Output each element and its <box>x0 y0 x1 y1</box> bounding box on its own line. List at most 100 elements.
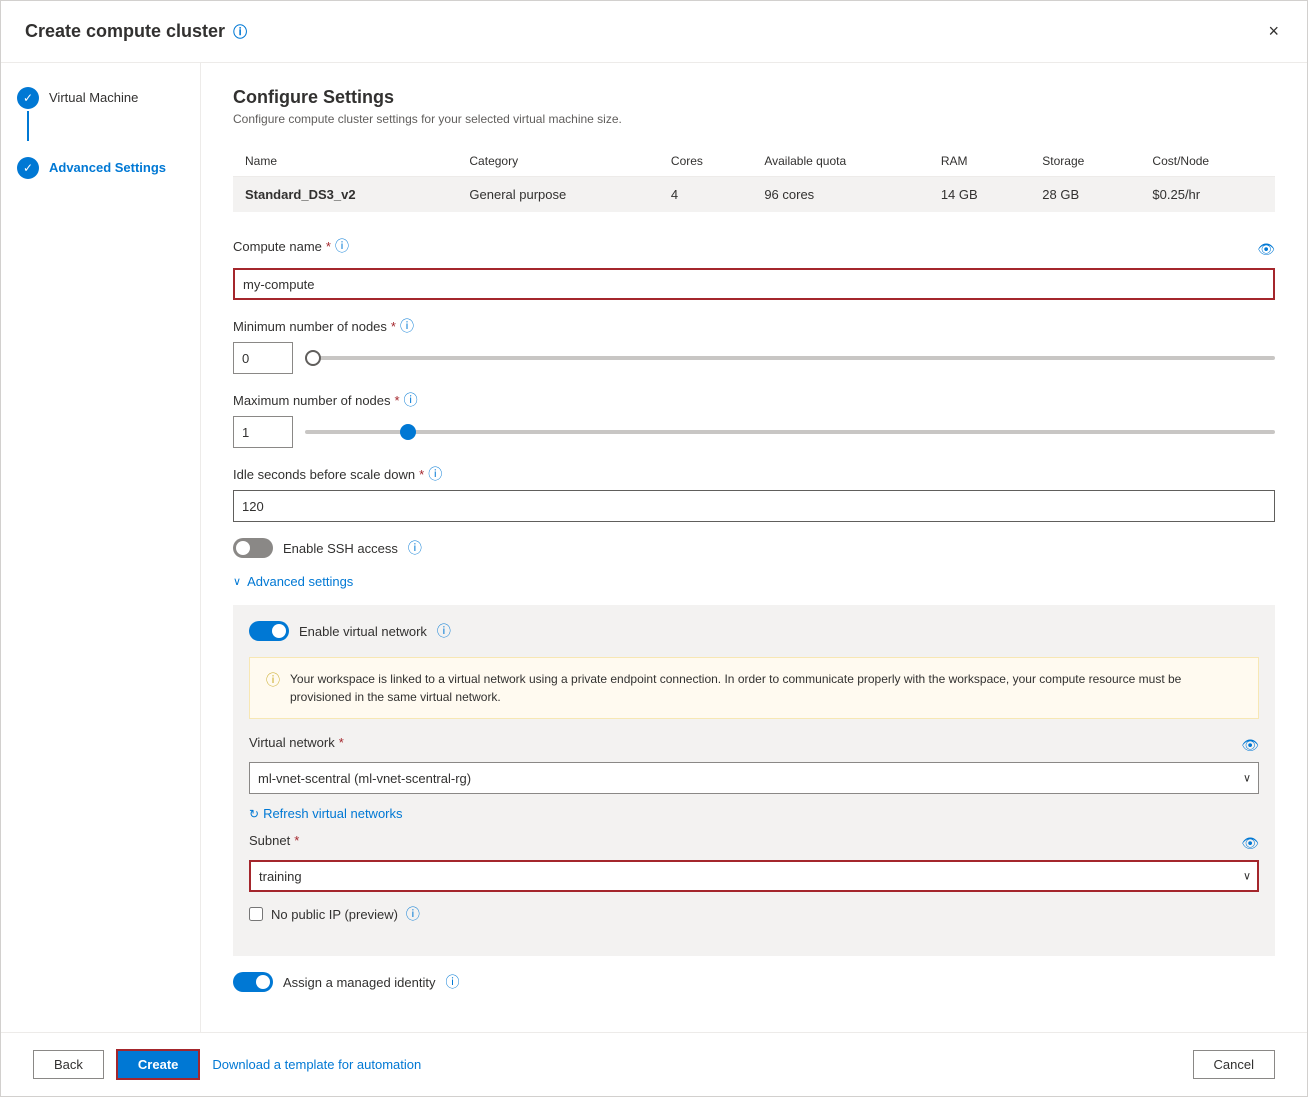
vnet-toggle-row: Enable virtual network ⓘ <box>249 621 1259 641</box>
advanced-settings-label: Advanced settings <box>247 574 353 589</box>
col-name: Name <box>233 146 457 177</box>
ssh-label: Enable SSH access <box>283 541 398 556</box>
max-nodes-field-group: Maximum number of nodes * ⓘ <box>233 390 1275 448</box>
ssh-info-icon[interactable]: ⓘ <box>408 538 422 558</box>
compute-name-eye-icon[interactable]: 👁 <box>1257 241 1275 258</box>
dialog-body: ✓ Virtual Machine ✓ Advanced Settings Co… <box>1 63 1307 1032</box>
cell-cores: 4 <box>659 177 752 213</box>
col-cores: Cores <box>659 146 752 177</box>
cell-storage: 28 GB <box>1030 177 1140 213</box>
sidebar-step-virtual-machine[interactable]: ✓ Virtual Machine <box>17 87 184 141</box>
max-nodes-info-icon[interactable]: ⓘ <box>404 390 418 410</box>
min-nodes-label: Minimum number of nodes * ⓘ <box>233 316 1275 336</box>
step2-label: Advanced Settings <box>49 157 166 175</box>
managed-identity-label: Assign a managed identity <box>283 975 435 990</box>
no-public-ip-row: No public IP (preview) ⓘ <box>249 904 1259 924</box>
min-nodes-slider-row <box>233 342 1275 374</box>
compute-name-required: * <box>326 239 331 254</box>
vnet-eye-icon[interactable]: 👁 <box>1241 737 1259 754</box>
dialog-title-text: Create compute cluster <box>25 21 225 42</box>
dialog-title: Create compute cluster ⓘ <box>25 21 247 42</box>
vnet-select-field: ml-vnet-scentral (ml-vnet-scentral-rg) ∨ <box>249 762 1259 794</box>
col-ram: RAM <box>929 146 1030 177</box>
table-row[interactable]: Standard_DS3_v2 General purpose 4 96 cor… <box>233 177 1275 213</box>
cell-ram: 14 GB <box>929 177 1030 213</box>
warning-icon: ⓘ <box>266 670 280 706</box>
warning-box: ⓘ Your workspace is linked to a virtual … <box>249 657 1259 719</box>
subnet-field-label: Subnet * <box>249 833 299 848</box>
automation-link[interactable]: Download a template for automation <box>212 1057 421 1072</box>
vnet-label: Enable virtual network <box>299 624 427 639</box>
step2-indicator: ✓ <box>17 157 39 179</box>
vm-table-header: Name Category Cores Available quota RAM … <box>233 146 1275 177</box>
subnet-select[interactable]: training <box>249 860 1259 892</box>
min-nodes-field-group: Minimum number of nodes * ⓘ <box>233 316 1275 374</box>
vm-table: Name Category Cores Available quota RAM … <box>233 146 1275 212</box>
cell-name: Standard_DS3_v2 <box>233 177 457 213</box>
no-public-ip-checkbox[interactable] <box>249 907 263 921</box>
advanced-settings-toggle[interactable]: ∨ Advanced settings <box>233 574 1275 589</box>
min-nodes-info-icon[interactable]: ⓘ <box>400 316 414 336</box>
dialog-footer: Back Create Download a template for auto… <box>1 1032 1307 1096</box>
managed-identity-info-icon[interactable]: ⓘ <box>445 972 459 992</box>
idle-seconds-input[interactable] <box>233 490 1275 522</box>
compute-name-label: Compute name * ⓘ <box>233 236 349 256</box>
compute-name-input[interactable] <box>233 268 1275 300</box>
max-nodes-label: Maximum number of nodes * ⓘ <box>233 390 1275 410</box>
close-button[interactable]: × <box>1264 17 1283 46</box>
subnet-field: Subnet * 👁 training ∨ <box>249 833 1259 892</box>
advanced-chevron-icon: ∨ <box>233 575 241 588</box>
vnet-field-label: Virtual network * <box>249 735 344 750</box>
idle-seconds-field-group: Idle seconds before scale down * ⓘ <box>233 464 1275 522</box>
no-public-ip-info-icon[interactable]: ⓘ <box>406 904 420 924</box>
col-quota: Available quota <box>752 146 929 177</box>
min-nodes-slider[interactable] <box>305 356 1275 360</box>
sidebar: ✓ Virtual Machine ✓ Advanced Settings <box>1 63 201 1032</box>
dialog-header: Create compute cluster ⓘ × <box>1 1 1307 63</box>
step2-check: ✓ <box>23 161 33 175</box>
min-nodes-input[interactable] <box>233 342 293 374</box>
idle-seconds-info-icon[interactable]: ⓘ <box>428 464 442 484</box>
col-cost: Cost/Node <box>1140 146 1275 177</box>
subnet-select-field: training ∨ <box>249 860 1259 892</box>
ssh-toggle[interactable] <box>233 538 273 558</box>
ssh-toggle-row: Enable SSH access ⓘ <box>233 538 1275 558</box>
cell-cost: $0.25/hr <box>1140 177 1275 213</box>
section-subtitle: Configure compute cluster settings for y… <box>233 112 1275 126</box>
vnet-info-icon[interactable]: ⓘ <box>437 621 451 641</box>
max-nodes-slider[interactable] <box>305 430 1275 434</box>
vnet-select[interactable]: ml-vnet-scentral (ml-vnet-scentral-rg) <box>249 762 1259 794</box>
vnet-dropdown-field: Virtual network * 👁 ml-vnet-scentral (ml… <box>249 735 1259 794</box>
step1-circle: ✓ <box>17 87 39 109</box>
sidebar-step-advanced-settings[interactable]: ✓ Advanced Settings <box>17 157 184 179</box>
col-category: Category <box>457 146 659 177</box>
main-content: Configure Settings Configure compute clu… <box>201 63 1307 1032</box>
max-nodes-slider-row <box>233 416 1275 448</box>
refresh-link[interactable]: ↻ Refresh virtual networks <box>249 806 1259 821</box>
step2-circle: ✓ <box>17 157 39 179</box>
compute-name-field-group: Compute name * ⓘ 👁 <box>233 236 1275 300</box>
col-storage: Storage <box>1030 146 1140 177</box>
vnet-toggle[interactable] <box>249 621 289 641</box>
create-button[interactable]: Create <box>116 1049 200 1080</box>
cell-quota: 96 cores <box>752 177 929 213</box>
cell-category: General purpose <box>457 177 659 213</box>
max-nodes-input[interactable] <box>233 416 293 448</box>
step1-check: ✓ <box>23 91 33 105</box>
step1-indicator: ✓ <box>17 87 39 141</box>
managed-identity-toggle[interactable] <box>233 972 273 992</box>
managed-identity-toggle-slider <box>233 972 273 992</box>
step1-label: Virtual Machine <box>49 87 138 105</box>
vnet-section: Enable virtual network ⓘ ⓘ Your workspac… <box>233 605 1275 956</box>
refresh-label: Refresh virtual networks <box>263 806 402 821</box>
create-compute-dialog: Create compute cluster ⓘ × ✓ Virtual Mac… <box>0 0 1308 1097</box>
compute-name-info-icon[interactable]: ⓘ <box>335 236 349 256</box>
subnet-eye-icon[interactable]: 👁 <box>1241 835 1259 852</box>
back-button[interactable]: Back <box>33 1050 104 1079</box>
refresh-icon: ↻ <box>249 807 259 821</box>
title-info-icon[interactable]: ⓘ <box>233 22 247 42</box>
cancel-button[interactable]: Cancel <box>1193 1050 1275 1079</box>
vnet-toggle-slider <box>249 621 289 641</box>
ssh-toggle-slider <box>233 538 273 558</box>
no-public-ip-label: No public IP (preview) <box>271 907 398 922</box>
